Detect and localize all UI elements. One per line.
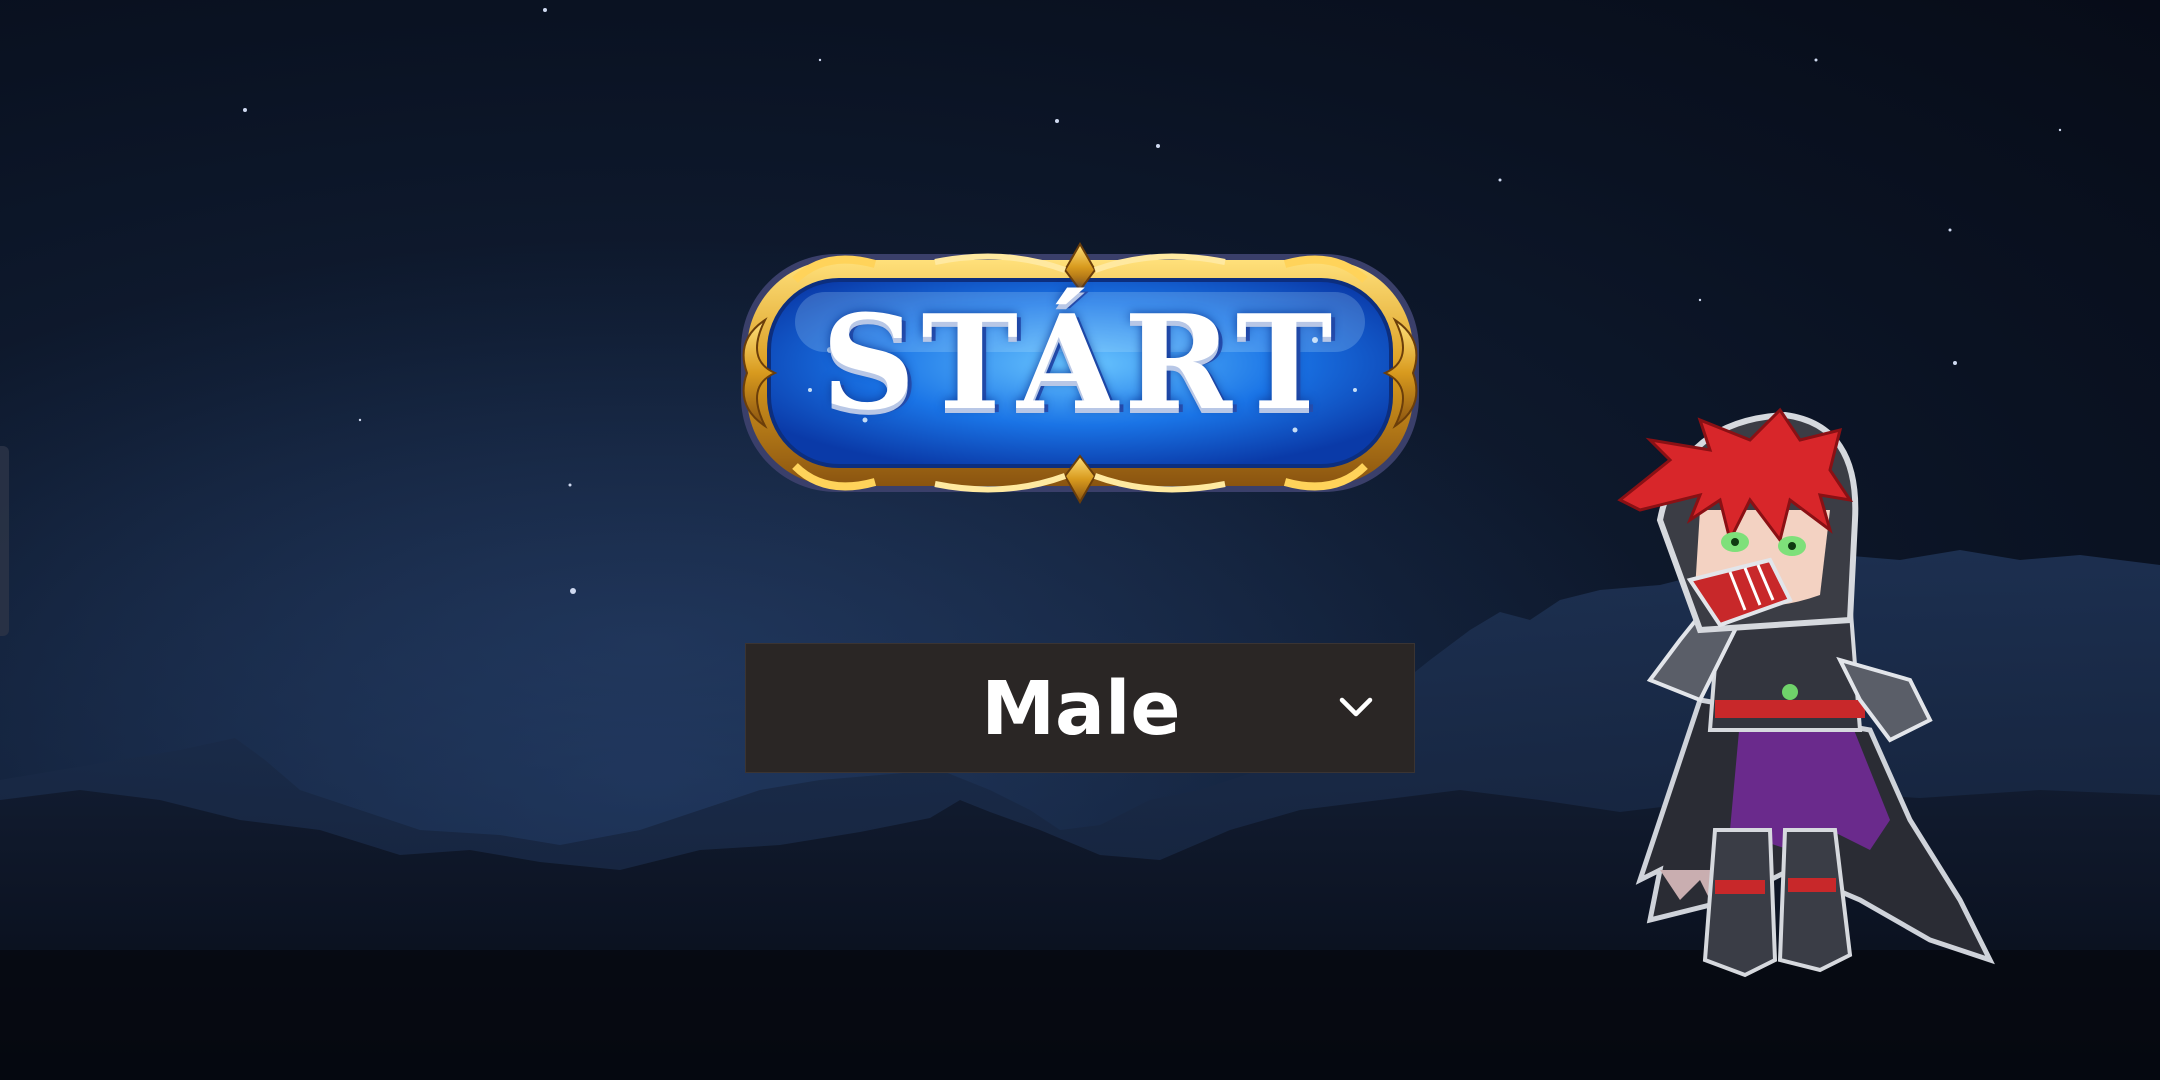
gender-dropdown[interactable]: Male <box>745 643 1415 773</box>
character-portrait <box>1617 407 1995 978</box>
gender-selected-value: Male <box>981 666 1181 752</box>
chevron-down-icon <box>1339 697 1373 717</box>
side-panel-handle[interactable] <box>0 446 9 636</box>
start-button[interactable]: STÁRT <box>735 240 1425 505</box>
start-button-label: STÁRT <box>821 286 1339 439</box>
game-screen: STÁRT Male <box>0 0 2160 1080</box>
